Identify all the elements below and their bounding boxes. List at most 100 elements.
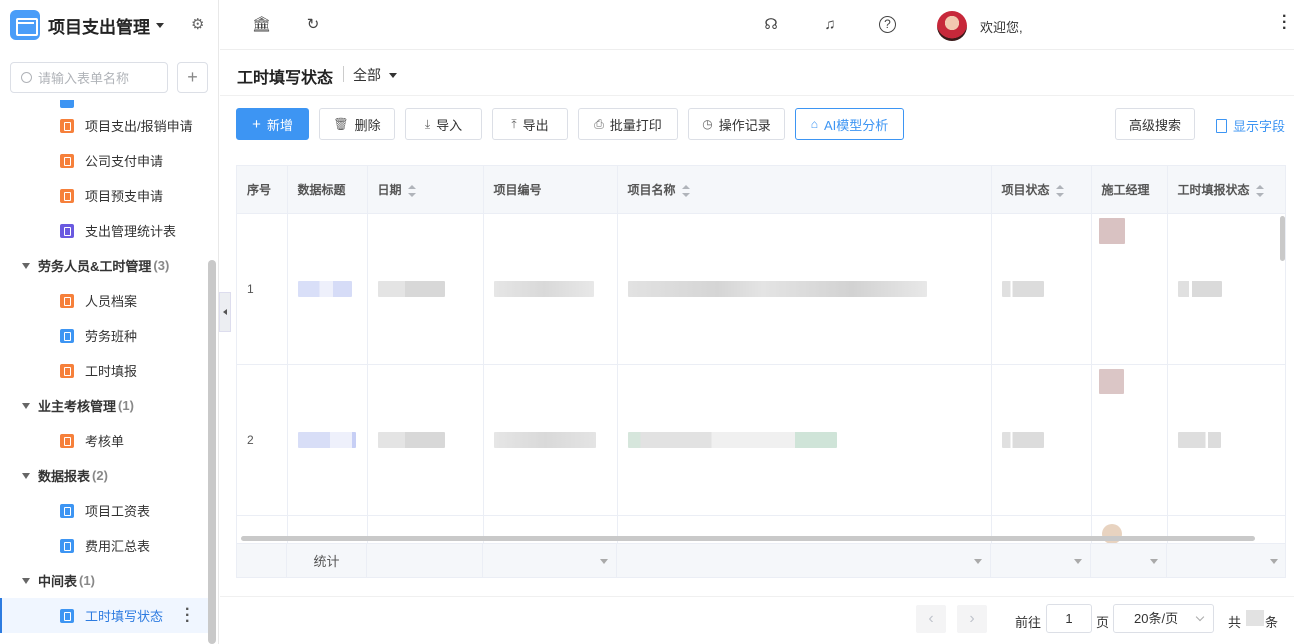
printer-icon: ⎙: [594, 116, 604, 131]
page-title: 工时填写状态: [237, 70, 334, 87]
more-vertical-icon[interactable]: · · ·: [1282, 9, 1287, 37]
avatar[interactable]: [937, 11, 967, 41]
add-form-button[interactable]: +: [177, 62, 208, 93]
sidebar-scrollbar[interactable]: [208, 260, 216, 644]
sort-icon[interactable]: [407, 184, 416, 197]
import-button-label: 导入: [436, 117, 463, 133]
cell-project-no: [483, 364, 618, 516]
bell-icon[interactable]: ♫: [821, 16, 839, 34]
document-icon: [1216, 118, 1227, 133]
page-size-select[interactable]: 20条/页: [1113, 604, 1214, 633]
col-header-project-name[interactable]: 项目名称: [617, 166, 992, 214]
total-prefix: 共: [1228, 615, 1242, 630]
add-button[interactable]: + 新增: [236, 108, 309, 140]
export-button[interactable]: ⤒ 导出: [492, 108, 568, 140]
prev-page-button[interactable]: ‹: [916, 605, 946, 633]
total-count-redacted: [1246, 610, 1264, 626]
ai-analysis-button[interactable]: ⌂ AI模型分析: [795, 108, 904, 140]
summary-dropdown[interactable]: [1167, 544, 1285, 577]
tree-item-label: 支出管理统计表: [85, 224, 177, 239]
table-row[interactable]: 2: [237, 364, 1285, 516]
view-filter-dropdown[interactable]: 全部: [353, 65, 397, 85]
tree-group-count: (1): [118, 398, 134, 413]
tree-item[interactable]: 公司支付申请: [0, 143, 208, 178]
col-header-manager[interactable]: 施工经理: [1091, 166, 1168, 214]
col-header-project-status[interactable]: 项目状态: [991, 166, 1092, 214]
ai-analysis-button-label: AI模型分析: [823, 117, 889, 133]
tree-group[interactable]: 数据报表 (2): [0, 458, 208, 493]
caret-down-icon[interactable]: [22, 577, 30, 584]
tree-item[interactable]: 项目支出/报销申请: [0, 108, 208, 143]
import-button[interactable]: ⤓ 导入: [405, 108, 482, 140]
refresh-icon[interactable]: ↻: [304, 16, 322, 34]
caret-down-icon[interactable]: [22, 472, 30, 479]
tree-item[interactable]: 工时填报: [0, 353, 208, 388]
sidebar-collapse-button[interactable]: [219, 292, 231, 332]
tree-item[interactable]: 考核单: [0, 423, 208, 458]
tree-group[interactable]: 中间表 (1): [0, 563, 208, 598]
summary-dropdown[interactable]: [483, 544, 617, 577]
tree-group-count: (1): [79, 573, 95, 588]
summary-dropdown[interactable]: [617, 544, 991, 577]
tree-item-label: 人员档案: [85, 294, 138, 309]
form-icon: [60, 188, 74, 203]
clock-icon: ◷: [702, 117, 713, 131]
tree-item[interactable]: 项目预支申请: [0, 178, 208, 213]
download-icon: ⤓: [424, 116, 431, 131]
summary-dropdown[interactable]: [1091, 544, 1167, 577]
cell-manager: [1091, 213, 1168, 365]
tree-item[interactable]: 费用汇总表: [0, 528, 208, 563]
sort-icon[interactable]: [681, 184, 690, 197]
sort-icon[interactable]: [1255, 184, 1264, 197]
delete-button[interactable]: 🗑 删除: [319, 108, 395, 140]
upload-icon: ⤒: [511, 116, 517, 131]
col-header-fill-status[interactable]: 工时填报状态: [1167, 166, 1285, 214]
sort-icon[interactable]: [1055, 184, 1064, 197]
tree-group[interactable]: 劳务人员&工时管理 (3): [0, 248, 208, 283]
col-label: 项目状态: [1001, 182, 1050, 197]
more-vertical-icon[interactable]: · · ·: [185, 602, 190, 630]
chevron-down-icon: [600, 559, 608, 564]
advanced-search-button[interactable]: 高级搜索: [1115, 108, 1195, 140]
form-icon: [60, 153, 74, 168]
col-header-date[interactable]: 日期: [367, 166, 484, 214]
form-search-input[interactable]: 请输入表单名称: [10, 62, 168, 93]
caret-down-icon[interactable]: [22, 262, 30, 269]
gear-icon[interactable]: ⚙: [191, 17, 207, 33]
tree-item[interactable]: 人员档案: [0, 283, 208, 318]
app-logo-icon: [10, 10, 40, 40]
chevron-down-icon: [1270, 559, 1278, 564]
cell-project-name: [617, 213, 992, 365]
col-header-title[interactable]: 数据标题: [287, 166, 368, 214]
col-header-project-no[interactable]: 项目编号: [483, 166, 618, 214]
tree-group-label: 劳务人员&工时管理: [38, 259, 152, 274]
tree-item-label: 工时填报: [85, 364, 138, 379]
tree-item[interactable]: 支出管理统计表: [0, 213, 208, 248]
tree-group[interactable]: 业主考核管理 (1): [0, 388, 208, 423]
top-bar: 🏛 ↻ ☊ ♫ ? 欢迎您, · · ·: [220, 0, 1294, 50]
tree-item[interactable]: 工时填写状态 · · ·: [0, 598, 208, 633]
table-horizontal-scrollbar[interactable]: [241, 536, 1255, 541]
headset-icon[interactable]: ☊: [762, 16, 780, 34]
caret-down-icon[interactable]: [22, 402, 30, 409]
table-row[interactable]: 1: [237, 213, 1285, 365]
chevron-down-icon[interactable]: [156, 22, 164, 28]
tree-item-label: 项目工资表: [85, 504, 151, 519]
form-icon: [60, 118, 74, 133]
bank-icon[interactable]: 🏛: [252, 16, 271, 34]
app-header: 项目支出管理: [0, 0, 218, 50]
col-label: 工时填报状态: [1177, 182, 1250, 197]
col-header-index[interactable]: 序号: [237, 166, 288, 214]
table-vertical-scrollbar[interactable]: [1280, 216, 1285, 261]
tree-item[interactable]: 劳务班种: [0, 318, 208, 353]
app-title[interactable]: 项目支出管理: [48, 13, 150, 38]
next-page-button[interactable]: ›: [957, 605, 987, 633]
show-fields-button[interactable]: 显示字段: [1216, 116, 1285, 135]
summary-dropdown[interactable]: [991, 544, 1091, 577]
file-icon: [60, 100, 74, 108]
batch-print-button[interactable]: ⎙ 批量打印: [578, 108, 678, 140]
page-number-input[interactable]: 1: [1046, 604, 1092, 633]
tree-item[interactable]: 项目工资表: [0, 493, 208, 528]
operation-log-button[interactable]: ◷ 操作记录: [688, 108, 785, 140]
help-icon[interactable]: ?: [879, 16, 896, 33]
